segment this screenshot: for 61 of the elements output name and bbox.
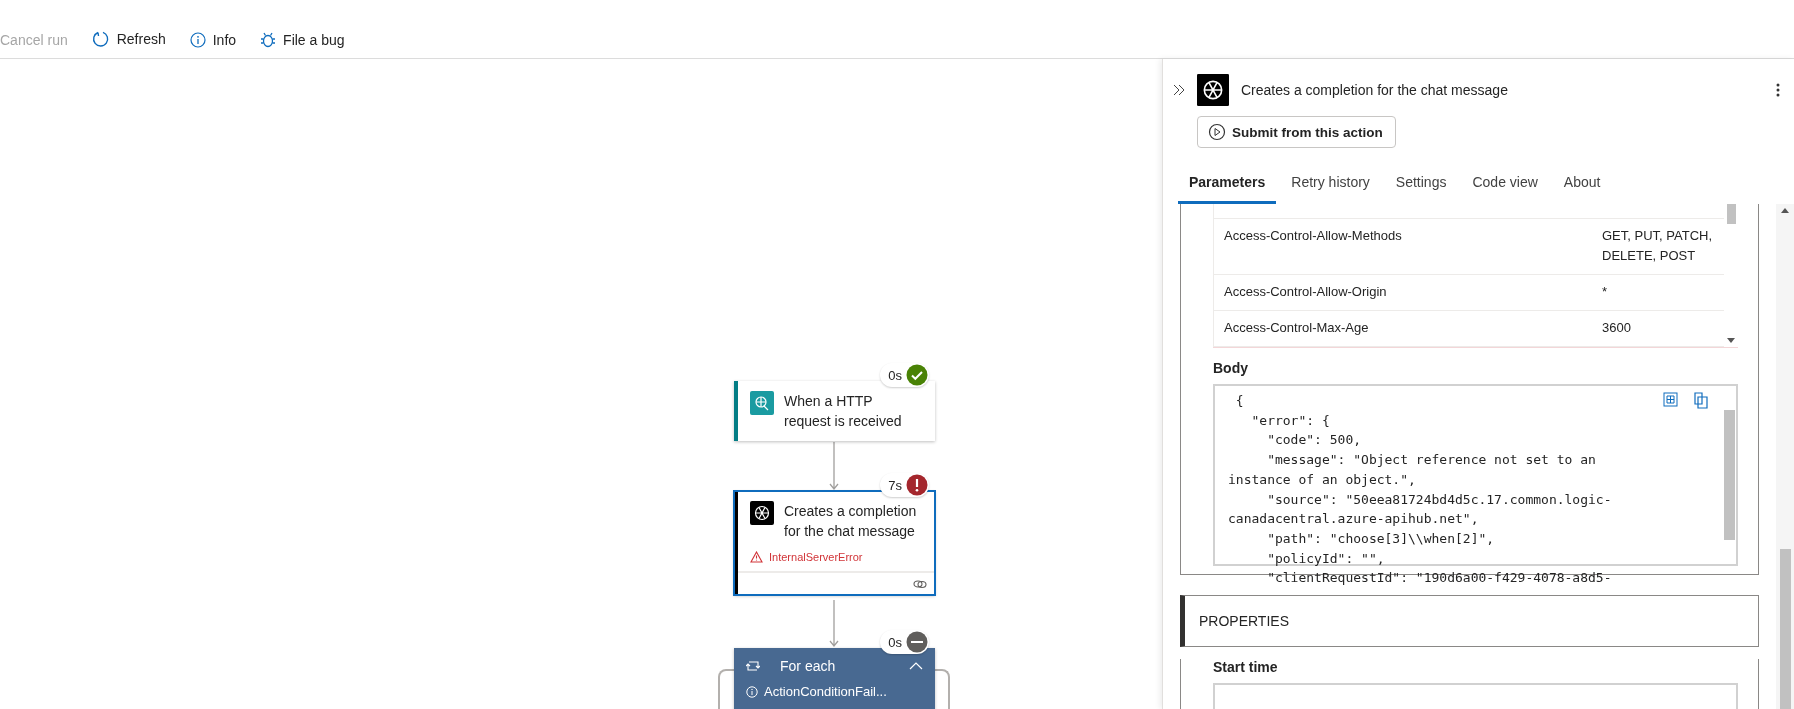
code-line: "clientRequestId": "190d6a00-f429-4078-a8d5- <box>1266 569 1613 588</box>
tab[interactable]: Code view <box>1461 164 1549 204</box>
scroll-up-icon[interactable] <box>1781 208 1789 213</box>
code-line: "code": 500, <box>1266 431 1363 450</box>
action-card[interactable]: Creates a completion for the chat message InternalServerError <box>734 491 935 595</box>
double-chevron-icon[interactable] <box>1173 84 1185 96</box>
connector-arrow <box>829 600 839 648</box>
tab[interactable]: Settings <box>1384 164 1458 204</box>
loop-card[interactable]: For each ActionConditionFail... <box>734 648 935 709</box>
scrollbar[interactable] <box>1776 204 1794 709</box>
scroll-thumb[interactable] <box>1726 204 1736 224</box>
refresh-button[interactable]: Refresh <box>87 28 170 50</box>
code-line: { <box>1234 392 1245 410</box>
bug-icon <box>260 31 277 48</box>
panel-title: Creates a completion for the chat message <box>1241 82 1509 98</box>
code-line: "error": { <box>1250 411 1331 430</box>
section-header[interactable]: PROPERTIES <box>1180 595 1759 647</box>
card-title: When a HTTP request is received <box>784 392 903 431</box>
trigger-card[interactable]: When a HTTP request is received <box>734 381 935 441</box>
submit-button[interactable]: Submit from this action <box>1197 116 1396 148</box>
error-text: InternalServerError <box>769 551 863 563</box>
scroll-thumb[interactable] <box>1779 549 1791 709</box>
code-line: "path": "choose[3]\\when[2]", <box>1266 529 1496 548</box>
loop-icon <box>746 660 760 672</box>
field-label: Start time <box>1213 659 1279 675</box>
tab[interactable]: About <box>1552 164 1612 204</box>
info-icon <box>189 32 206 48</box>
play-circle-icon <box>1208 123 1226 141</box>
duration-text: 7s <box>888 477 902 493</box>
table-cell-text: GET, PUT, PATCH, DELETE, POST <box>1602 227 1714 265</box>
tab[interactable]: Retry history <box>1280 164 1381 204</box>
bug-button[interactable]: File a bug <box>256 29 349 50</box>
more-icon[interactable] <box>1776 83 1780 97</box>
connector-arrow <box>829 442 839 491</box>
card-title: For each <box>779 657 837 676</box>
code-line: instance of an object.", <box>1228 470 1417 489</box>
error-text: ActionConditionFail... <box>764 684 887 699</box>
link-icon[interactable] <box>913 579 927 589</box>
table-cell-text: * <box>1602 283 1609 301</box>
copy-icon[interactable] <box>1694 392 1708 409</box>
info-icon <box>746 685 758 698</box>
table-cell-text: 3600 <box>1602 319 1632 337</box>
table-cell-text: Access-Control-Allow-Origin <box>1224 283 1388 301</box>
code-line: canadacentral.azure-apihub.net", <box>1228 510 1480 529</box>
warning-icon <box>750 551 763 563</box>
refresh-icon <box>91 30 110 48</box>
code-line: "source": "50eea81724bd4d5c.17.common.logic- <box>1266 490 1613 509</box>
duration-text: 0s <box>888 634 902 650</box>
table-cell-text: Access-Control-Max-Age <box>1224 319 1370 337</box>
info-button[interactable]: Info <box>185 30 241 50</box>
table-icon[interactable] <box>1663 392 1678 407</box>
card-title: Creates a completion for the chat message <box>784 502 918 541</box>
scroll-down-icon[interactable] <box>1727 338 1735 343</box>
code-line: "message": "Object reference not set to an <box>1266 451 1597 470</box>
scroll-thumb[interactable] <box>1723 410 1735 540</box>
table-cell-text: Access-Control-Allow-Methods <box>1224 227 1403 245</box>
chevron-up-icon[interactable] <box>909 662 923 670</box>
field-label: Body <box>1213 360 1249 376</box>
code-line: "policyId": "", <box>1266 549 1386 568</box>
tab[interactable]: Parameters <box>1178 164 1277 204</box>
duration-text: 0s <box>888 367 902 383</box>
